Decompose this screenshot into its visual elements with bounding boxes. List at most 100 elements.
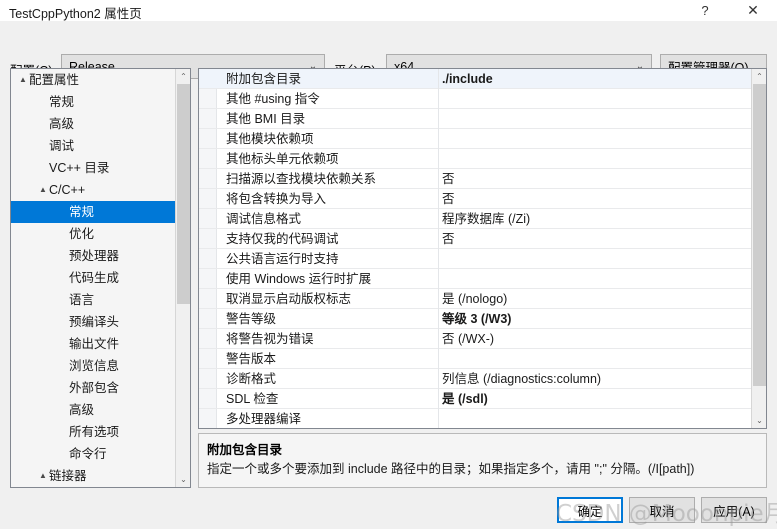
tree-item-label: VC++ 目录 xyxy=(49,161,110,175)
property-name: SDL 检查 xyxy=(226,392,279,406)
property-name: 诊断格式 xyxy=(226,372,277,386)
property-row[interactable]: 使用 Windows 运行时扩展 xyxy=(199,269,752,289)
tree-item-label: 语言 xyxy=(69,293,95,307)
property-value[interactable]: ./include xyxy=(442,69,493,89)
configuration-tree[interactable]: ▲ 配置属性 常规 高级 调试 VC++ 目录 ▲ C/C++ 常规 优化 预处理器 代码生成 语言 预编… xyxy=(10,68,191,488)
property-row[interactable]: 支持仅我的代码调试 否 xyxy=(199,229,752,249)
property-row[interactable]: 其他 #using 指令 xyxy=(199,89,752,109)
property-row[interactable]: 其他模块依赖项 xyxy=(199,129,752,149)
property-grid-scrollbar-thumb[interactable] xyxy=(753,84,766,386)
property-value[interactable]: 是 (/nologo) xyxy=(442,289,507,309)
property-name: 取消显示启动版权标志 xyxy=(226,292,352,306)
property-row[interactable]: 多处理器编译 xyxy=(199,409,752,428)
property-name: 其他标头单元依赖项 xyxy=(226,152,339,166)
property-value[interactable]: 是 (/sdl) xyxy=(442,389,488,409)
tree-item[interactable]: ▲ C/C++ xyxy=(11,179,177,201)
page-title: TestCppPython2 属性页 xyxy=(9,7,142,21)
property-value[interactable]: 程序数据库 (/Zi) xyxy=(442,209,530,229)
scroll-down-icon[interactable]: ⌄ xyxy=(752,413,766,428)
description-text: 指定一个或多个要添加到 include 路径中的目录；如果指定多个，请用 ";"… xyxy=(207,462,695,476)
tree-item-label: 优化 xyxy=(69,227,95,241)
tree-item[interactable]: 外部包含 xyxy=(11,377,177,399)
property-name: 支持仅我的代码调试 xyxy=(226,232,339,246)
tree-item-label: 命令行 xyxy=(69,447,107,461)
property-row[interactable]: 将包含转换为导入 否 xyxy=(199,189,752,209)
property-name: 其他模块依赖项 xyxy=(226,132,314,146)
chevron-expanded-icon[interactable]: ▲ xyxy=(17,69,29,91)
property-row[interactable]: 扫描源以查找模块依赖关系 否 xyxy=(199,169,752,189)
tree-item[interactable]: 优化 xyxy=(11,223,177,245)
property-row[interactable]: 其他 BMI 目录 xyxy=(199,109,752,129)
property-name: 将警告视为错误 xyxy=(226,332,314,346)
tree-item[interactable]: 高级 xyxy=(11,113,177,135)
property-grid-column-divider xyxy=(438,69,439,428)
chevron-expanded-icon[interactable]: ▲ xyxy=(37,179,49,201)
tree-item[interactable]: VC++ 目录 xyxy=(11,157,177,179)
property-row[interactable]: 取消显示启动版权标志 是 (/nologo) xyxy=(199,289,752,309)
tree-item[interactable]: 语言 xyxy=(11,289,177,311)
tree-item-label: 所有选项 xyxy=(69,425,120,439)
apply-button[interactable]: 应用(A) xyxy=(701,497,767,523)
tree-item-label: 代码生成 xyxy=(69,271,120,285)
tree-item[interactable]: 代码生成 xyxy=(11,267,177,289)
property-grid-scrollbar[interactable]: ⌃ ⌄ xyxy=(751,69,766,428)
tree-item[interactable]: ▲ 配置属性 xyxy=(11,69,177,91)
tree-item[interactable]: 常规 xyxy=(11,91,177,113)
tree-item[interactable]: 常规 xyxy=(11,201,177,223)
description-panel: 附加包含目录 指定一个或多个要添加到 include 路径中的目录；如果指定多个… xyxy=(198,433,767,488)
property-grid[interactable]: 附加包含目录 ./include 其他 #using 指令 其他 BMI 目录其他模块… xyxy=(198,68,767,429)
property-row[interactable]: SDL 检查 是 (/sdl) xyxy=(199,389,752,409)
chevron-expanded-icon[interactable]: ▲ xyxy=(37,465,49,487)
property-name: 警告版本 xyxy=(226,352,277,366)
property-value[interactable]: 否 xyxy=(442,169,455,189)
close-icon[interactable]: ✕ xyxy=(735,0,771,21)
tree-item-label: 预处理器 xyxy=(69,249,120,263)
property-value[interactable]: 等级 3 (/W3) xyxy=(442,309,511,329)
property-row[interactable]: 其他标头单元依赖项 xyxy=(199,149,752,169)
tree-item[interactable]: 预处理器 xyxy=(11,245,177,267)
tree-item-label: 配置属性 xyxy=(29,73,80,87)
tree-item-label: 高级 xyxy=(49,117,75,131)
property-row[interactable]: 警告等级 等级 3 (/W3) xyxy=(199,309,752,329)
property-row[interactable]: 警告版本 xyxy=(199,349,752,369)
tree-item[interactable]: 所有选项 xyxy=(11,421,177,443)
scroll-down-icon[interactable]: ⌄ xyxy=(176,472,190,487)
tree-item-label: 调试 xyxy=(49,139,75,153)
property-name: 调试信息格式 xyxy=(226,212,302,226)
tree-item[interactable]: 预编译头 xyxy=(11,311,177,333)
property-value[interactable]: 否 xyxy=(442,229,455,249)
property-name: 将包含转换为导入 xyxy=(226,192,327,206)
tree-item[interactable]: 常规 xyxy=(11,487,177,488)
description-title: 附加包含目录 xyxy=(207,443,283,457)
tree-items-container: ▲ 配置属性 常规 高级 调试 VC++ 目录 ▲ C/C++ 常规 优化 预处理器 代码生成 语言 预编… xyxy=(11,69,177,487)
tree-item[interactable]: 调试 xyxy=(11,135,177,157)
property-row[interactable]: 公共语言运行时支持 xyxy=(199,249,752,269)
help-icon[interactable]: ? xyxy=(687,0,723,21)
tree-item[interactable]: 高级 xyxy=(11,399,177,421)
ok-button[interactable]: 确定 xyxy=(557,497,623,523)
property-row[interactable]: 调试信息格式 程序数据库 (/Zi) xyxy=(199,209,752,229)
scroll-up-icon[interactable]: ⌃ xyxy=(176,69,190,84)
property-value[interactable]: 列信息 (/diagnostics:column) xyxy=(442,369,601,389)
cancel-button[interactable]: 取消 xyxy=(629,497,695,523)
tree-item[interactable]: ▲ 链接器 xyxy=(11,465,177,487)
property-value[interactable]: 否 (/WX-) xyxy=(442,329,494,349)
property-row[interactable]: 诊断格式 列信息 (/diagnostics:column) xyxy=(199,369,752,389)
scroll-up-icon[interactable]: ⌃ xyxy=(752,69,766,84)
title-bar: TestCppPython2 属性页 ? ✕ xyxy=(0,0,777,21)
tree-item[interactable]: 输出文件 xyxy=(11,333,177,355)
tree-item-label: 常规 xyxy=(69,205,95,219)
tree-scrollbar[interactable]: ⌃ ⌄ xyxy=(175,69,190,487)
property-name: 多处理器编译 xyxy=(226,412,302,426)
property-pages-dialog: TestCppPython2 属性页 ? ✕ 配置(C): Release ⌄ … xyxy=(0,0,777,529)
tree-item-label: 常规 xyxy=(69,487,94,488)
property-name: 警告等级 xyxy=(226,312,277,326)
tree-scrollbar-thumb[interactable] xyxy=(177,84,190,304)
tree-item[interactable]: 浏览信息 xyxy=(11,355,177,377)
tree-item[interactable]: 命令行 xyxy=(11,443,177,465)
property-row[interactable]: 将警告视为错误 否 (/WX-) xyxy=(199,329,752,349)
property-value[interactable]: 否 xyxy=(442,189,455,209)
tree-item-label: 浏览信息 xyxy=(69,359,120,373)
tree-item-label: C/C++ xyxy=(49,183,86,197)
property-row[interactable]: 附加包含目录 ./include xyxy=(199,69,752,89)
